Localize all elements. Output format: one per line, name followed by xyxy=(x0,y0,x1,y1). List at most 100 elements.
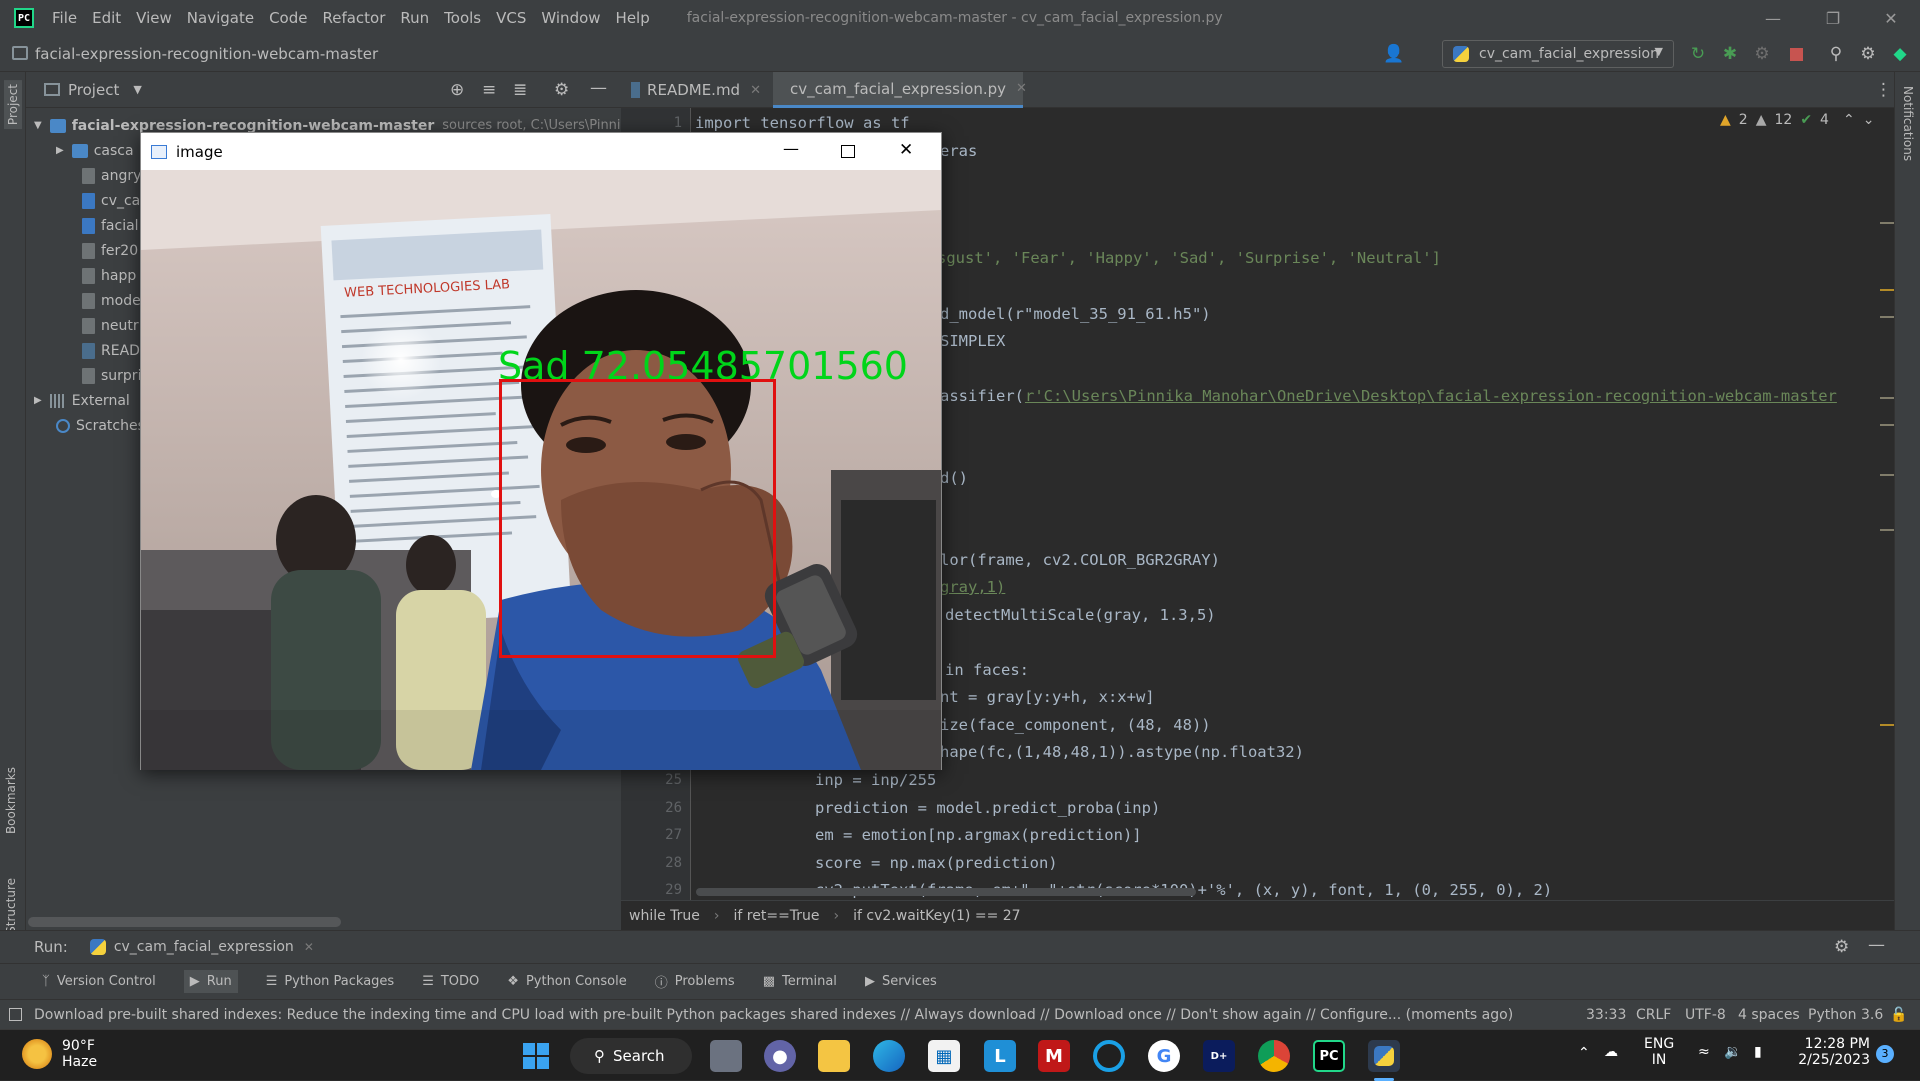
breadcrumb-item[interactable]: if cv2.waitKey(1) == 27 xyxy=(853,908,1020,924)
menu-help[interactable]: Help xyxy=(616,9,650,27)
taskbar-search[interactable]: ⚲ Search xyxy=(570,1038,692,1074)
python-interpreter[interactable]: Python 3.6 xyxy=(1808,1007,1883,1023)
chrome-icon[interactable] xyxy=(1258,1040,1290,1072)
project-panel-title[interactable]: Project xyxy=(68,81,119,99)
pycharm-icon[interactable]: PC xyxy=(1313,1040,1345,1072)
menu-navigate[interactable]: Navigate xyxy=(187,9,254,27)
notification-badge[interactable]: 3 xyxy=(1876,1045,1894,1063)
locate-icon[interactable]: ⊕ xyxy=(450,80,464,100)
battery-icon[interactable]: ▮ xyxy=(1754,1044,1762,1060)
file-explorer-icon[interactable] xyxy=(818,1040,850,1072)
tree-item[interactable]: neutr xyxy=(82,313,139,338)
tab-readme[interactable]: README.md ✕ xyxy=(621,72,771,108)
nav-project-name[interactable]: facial-expression-recognition-webcam-mas… xyxy=(35,45,378,63)
clock[interactable]: 12:28 PM 2/25/2023 xyxy=(1794,1036,1870,1068)
minimize-icon[interactable]: — xyxy=(783,139,799,158)
tab-cv-cam-facial-expression[interactable]: cv_cam_facial_expression.py ✕ xyxy=(773,72,1027,108)
store-icon[interactable]: ▦ xyxy=(928,1040,960,1072)
breadcrumb-item[interactable]: while True xyxy=(629,908,700,924)
tool-window-toggle-icon[interactable] xyxy=(9,1008,22,1021)
more-options-icon[interactable]: ⋮ xyxy=(1875,80,1892,100)
user-icon[interactable]: 👤 xyxy=(1383,44,1404,64)
rerun-icon[interactable]: ↻ xyxy=(1688,44,1708,64)
toolwin-version-control[interactable]: ᛉ Version Control xyxy=(42,974,156,989)
tree-item[interactable]: mode xyxy=(82,288,141,313)
close-icon[interactable]: ✕ xyxy=(1862,0,1920,36)
toolwin-services[interactable]: ▶ Services xyxy=(865,974,937,989)
task-view-icon[interactable] xyxy=(710,1040,742,1072)
python-running-icon[interactable] xyxy=(1368,1040,1400,1072)
menu-view[interactable]: View xyxy=(136,9,172,27)
debug-icon[interactable]: ✱ xyxy=(1720,44,1740,64)
language-indicator[interactable]: ENG IN xyxy=(1644,1036,1674,1068)
pycharm-logo-icon[interactable]: PC xyxy=(14,8,34,28)
gear-icon[interactable]: ⚙ xyxy=(1834,937,1849,957)
caret-position[interactable]: 33:33 xyxy=(1586,1007,1626,1023)
chevron-down-icon[interactable]: ⌄ xyxy=(1863,112,1875,128)
lock-icon[interactable]: 🔓 xyxy=(1890,1007,1907,1023)
menu-file[interactable]: File xyxy=(52,9,77,27)
wifi-icon[interactable]: ≈ xyxy=(1698,1044,1710,1060)
tree-item[interactable]: ▶ casca xyxy=(56,138,134,163)
tree-item-scratches[interactable]: Scratches xyxy=(56,413,145,438)
stop-icon[interactable] xyxy=(1786,44,1806,64)
hide-icon[interactable]: — xyxy=(590,78,607,98)
chevron-up-icon[interactable]: ⌃ xyxy=(1843,112,1855,128)
line-separator[interactable]: CRLF xyxy=(1636,1007,1671,1023)
status-message[interactable]: Download pre-built shared indexes: Reduc… xyxy=(34,1007,1513,1023)
editor-horizontal-scrollbar[interactable] xyxy=(696,888,1196,896)
toolwin-todo[interactable]: ☰ TODO xyxy=(422,974,479,989)
menu-edit[interactable]: Edit xyxy=(92,9,121,27)
start-icon[interactable] xyxy=(520,1040,552,1072)
toolwin-python-console[interactable]: ❖ Python Console xyxy=(507,974,626,989)
tree-item[interactable]: facial xyxy=(82,213,139,238)
image-window-titlebar[interactable]: image — ✕ xyxy=(141,133,941,170)
file-encoding[interactable]: UTF-8 xyxy=(1685,1007,1726,1023)
volume-icon[interactable]: 🔉 xyxy=(1724,1044,1741,1060)
tree-item[interactable]: happ xyxy=(82,263,136,288)
disney-plus-icon[interactable]: D+ xyxy=(1203,1040,1235,1072)
run-configuration-select[interactable]: cv_cam_facial_expression ▼ xyxy=(1442,40,1674,68)
coverage-icon[interactable]: ⚙ xyxy=(1752,44,1772,64)
close-icon[interactable]: ✕ xyxy=(750,83,761,98)
editor-error-stripe[interactable] xyxy=(1878,108,1896,900)
menu-run[interactable]: Run xyxy=(400,9,429,27)
weather-widget[interactable]: 90°F Haze xyxy=(22,1038,97,1070)
restore-icon[interactable]: ❐ xyxy=(1804,0,1862,36)
run-config-tab[interactable]: cv_cam_facial_expression xyxy=(114,939,294,955)
hide-icon[interactable]: — xyxy=(1868,935,1885,955)
structure-tool-tab[interactable]: Structure xyxy=(4,878,18,934)
toolwin-python-packages[interactable]: ☰ Python Packages xyxy=(266,974,395,989)
gear-icon[interactable]: ⚙ xyxy=(554,80,569,100)
menu-vcs[interactable]: VCS xyxy=(496,9,526,27)
chevron-down-icon[interactable]: ▼ xyxy=(133,83,141,96)
indent-setting[interactable]: 4 spaces xyxy=(1738,1007,1800,1023)
toolwin-run[interactable]: ▶ Run xyxy=(183,970,238,993)
tree-item[interactable]: fer20 xyxy=(82,238,138,263)
mcafee-icon[interactable]: M xyxy=(1038,1040,1070,1072)
onedrive-icon[interactable]: ☁ xyxy=(1604,1044,1618,1060)
tree-item[interactable]: cv_ca xyxy=(82,188,140,213)
inspection-widget[interactable]: ▲ 2 ▲ 12 ✔ 4 ⌃ ⌄ xyxy=(1720,112,1882,128)
tree-item[interactable]: angry xyxy=(82,163,141,188)
chat-icon[interactable]: ● xyxy=(764,1040,796,1072)
close-icon[interactable]: ✕ xyxy=(1016,81,1027,96)
expand-all-icon[interactable]: ≡ xyxy=(482,80,496,100)
jetbrains-ai-icon[interactable]: ◆ xyxy=(1890,44,1910,64)
project-tool-tab[interactable]: Project xyxy=(4,80,22,130)
toolwin-problems[interactable]: ⓘ Problems xyxy=(655,972,735,991)
close-icon[interactable]: ✕ xyxy=(899,140,913,160)
toolwin-terminal[interactable]: ▩ Terminal xyxy=(763,974,837,989)
chevron-up-icon[interactable]: ⌃ xyxy=(1578,1045,1590,1061)
project-horizontal-scrollbar[interactable] xyxy=(28,917,341,927)
menu-tools[interactable]: Tools xyxy=(444,9,481,27)
menu-window[interactable]: Window xyxy=(541,9,600,27)
edge-icon[interactable] xyxy=(873,1040,905,1072)
tree-item-external[interactable]: ▶ External xyxy=(34,388,130,413)
breadcrumb-item[interactable]: if ret==True xyxy=(734,908,820,924)
bookmarks-tool-tab[interactable]: Bookmarks xyxy=(4,767,18,834)
menu-code[interactable]: Code xyxy=(269,9,307,27)
collapse-all-icon[interactable]: ≣ xyxy=(513,80,527,100)
tree-item[interactable]: READ xyxy=(82,338,140,363)
notifications-tool-tab[interactable]: Notifications xyxy=(1901,86,1915,161)
